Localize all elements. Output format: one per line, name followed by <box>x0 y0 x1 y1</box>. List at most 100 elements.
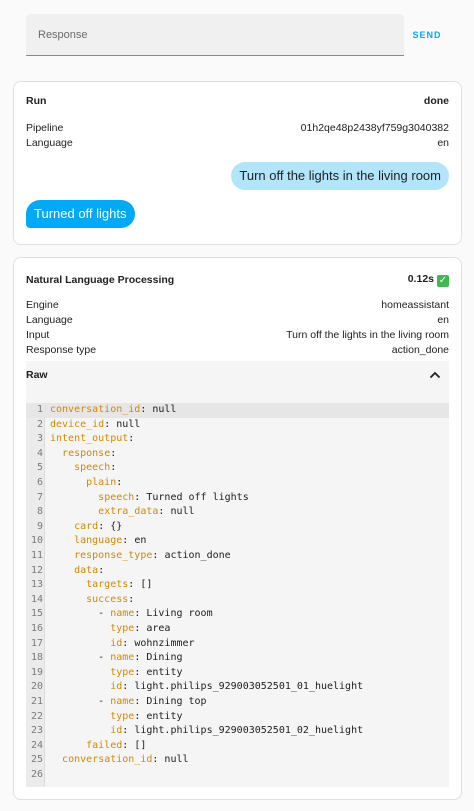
yaml-value: [] <box>134 739 147 751</box>
yaml-value: entity <box>146 710 183 722</box>
input-row: Input Turn off the lights in the living … <box>26 328 449 342</box>
yaml-key: intent_output <box>50 433 129 445</box>
code-text: id: wohnzimmer <box>50 637 195 652</box>
line-number: 10 <box>30 535 43 547</box>
code-line: 2 device_id: null <box>26 418 449 433</box>
yaml-key: id <box>110 637 123 649</box>
code-line: 8 extra_data: null <box>26 505 449 520</box>
send-button[interactable]: SEND <box>404 14 450 56</box>
code-line: 25 conversation_id: null <box>26 753 449 768</box>
yaml-value: light.philips_929003052501_02_huelight <box>134 725 364 737</box>
code-text: extra_data: null <box>50 505 195 520</box>
pipeline-value: 01h2qe48p2438yf759g3040382 <box>300 122 449 134</box>
yaml-value: wohnzimmer <box>134 637 195 649</box>
check-icon: ✓ <box>437 275 449 287</box>
code-text: type: entity <box>50 666 182 681</box>
yaml-colon: : <box>110 447 117 459</box>
yaml-colon: : <box>116 477 123 488</box>
run-status: done <box>423 95 449 107</box>
code-text: card: {} <box>50 520 122 535</box>
line-number: 4 <box>36 447 43 459</box>
pipeline-label: Pipeline <box>26 122 64 134</box>
raw-header[interactable]: Raw <box>26 361 449 391</box>
line-number: 15 <box>30 608 43 620</box>
nlp-duration-wrap: 0.12s ✓ <box>408 272 449 287</box>
nlp-language-row: Language en <box>26 313 449 327</box>
line-number: 11 <box>30 550 43 561</box>
code-text: type: entity <box>50 710 183 725</box>
code-line: 23 id: light.philips_929003052501_02_hue… <box>26 724 449 739</box>
code-line: 15 - name: Living room <box>26 607 449 622</box>
code-line: 20 id: light.philips_929003052501_01_hue… <box>26 680 449 695</box>
code-text: id: light.philips_929003052501_01_huelig… <box>50 680 363 695</box>
collapse-button[interactable] <box>425 365 445 385</box>
response-input[interactable] <box>26 14 404 56</box>
response-type-label: Response type <box>26 344 97 356</box>
code-text: - name: Living room <box>50 607 212 622</box>
code-text: response_type: action_done <box>50 549 231 564</box>
yaml-key: language <box>74 535 123 547</box>
yaml-value: null <box>170 506 195 518</box>
yaml-value: Dining <box>146 652 183 664</box>
run-header: Run done <box>26 94 449 108</box>
line-number: 21 <box>30 696 43 707</box>
code-text: response: <box>50 447 116 462</box>
line-number: 24 <box>30 739 43 751</box>
code-line: 9 card: {} <box>26 520 449 535</box>
code-line: 12 data: <box>26 564 449 579</box>
code-line: 21 - name: Dining top <box>26 695 449 710</box>
line-number: 18 <box>30 652 43 664</box>
list-dash: - <box>98 652 111 664</box>
line-number: 1 <box>36 404 43 415</box>
code-text: targets: [] <box>50 578 152 593</box>
yaml-key: conversation_id <box>62 754 153 766</box>
code-line: 10 language: en <box>26 534 449 549</box>
engine-label: Engine <box>26 299 59 311</box>
code-line: 5 speech: <box>26 461 449 476</box>
code-text: language: en <box>50 534 146 549</box>
code-text: id: light.philips_929003052501_02_huelig… <box>50 724 363 739</box>
yaml-value: en <box>134 535 147 547</box>
yaml-key: targets <box>86 579 129 591</box>
yaml-value: Turned off lights <box>146 491 249 503</box>
line-number: 17 <box>30 637 43 649</box>
yaml-key: id <box>110 725 123 737</box>
code-line: 1 conversation_id: null <box>26 403 449 418</box>
code-text: speech: Turned off lights <box>50 491 249 506</box>
line-number: 19 <box>30 666 43 678</box>
yaml-colon: : <box>110 462 117 474</box>
yaml-colon: : <box>128 593 135 605</box>
code-text: speech: <box>50 461 116 476</box>
raw-panel: Raw 1 conversation_id: null 2 device_id: nu… <box>26 361 449 787</box>
nlp-header: Natural Language Processing 0.12s ✓ <box>26 272 449 287</box>
line-number: 6 <box>36 477 43 488</box>
yaml-value: [] <box>140 579 153 591</box>
code-line: 16 type: area <box>26 622 449 637</box>
line-number: 26 <box>30 769 43 780</box>
chevron-up-icon <box>429 371 441 379</box>
line-number: 7 <box>36 491 43 503</box>
yaml-key: name <box>110 608 135 620</box>
line-number: 20 <box>30 681 43 693</box>
code-text: conversation_id: null <box>50 403 176 418</box>
pipeline-row: Pipeline 01h2qe48p2438yf759g3040382 <box>26 121 449 135</box>
code-line: 7 speech: Turned off lights <box>26 491 449 506</box>
yaml-colon: : <box>128 433 135 445</box>
yaml-value: null <box>152 404 177 415</box>
engine-value: homeassistant <box>381 299 449 311</box>
code-text: type: area <box>50 622 170 637</box>
line-number: 14 <box>30 593 43 605</box>
yaml-code-editor[interactable]: 1 conversation_id: null 2 device_id: null 3 i… <box>26 403 449 787</box>
yaml-key: speech <box>98 491 135 503</box>
